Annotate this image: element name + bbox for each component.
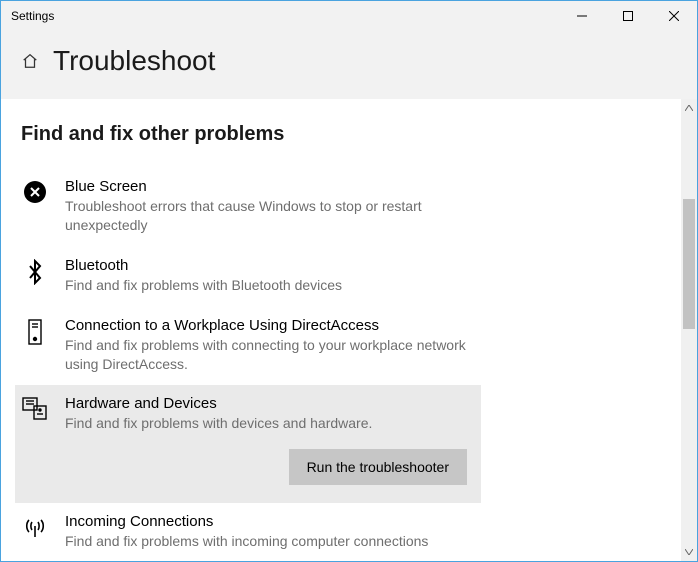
- item-desc: Find and fix problems with Bluetooth dev…: [65, 276, 467, 295]
- titlebar: Settings: [1, 1, 697, 31]
- item-title: Connection to a Workplace Using DirectAc…: [65, 317, 467, 334]
- bluetooth-icon: [21, 257, 49, 285]
- home-icon[interactable]: [21, 52, 39, 70]
- hardware-icon: [21, 395, 49, 421]
- item-desc: Find and fix problems with devices and h…: [65, 414, 467, 433]
- scrollbar[interactable]: [681, 99, 697, 561]
- close-icon: [669, 11, 679, 21]
- item-desc: Find and fix problems with incoming comp…: [65, 532, 467, 551]
- scroll-thumb[interactable]: [683, 199, 695, 329]
- content-body: Find and fix other problems Blue Screen …: [1, 99, 681, 561]
- item-title: Bluetooth: [65, 257, 467, 274]
- minimize-button[interactable]: [559, 1, 605, 31]
- item-title: Blue Screen: [65, 178, 467, 195]
- item-desc: Find and fix problems with connecting to…: [65, 336, 467, 374]
- troubleshooter-item-incoming[interactable]: Incoming Connections Find and fix proble…: [21, 503, 481, 561]
- content-area: Find and fix other problems Blue Screen …: [1, 99, 697, 561]
- troubleshooter-item-bluetooth[interactable]: Bluetooth Find and fix problems with Blu…: [21, 247, 481, 307]
- item-title: Incoming Connections: [65, 513, 467, 530]
- page-title: Troubleshoot: [53, 45, 215, 77]
- blue-screen-icon: [21, 178, 49, 204]
- close-button[interactable]: [651, 1, 697, 31]
- minimize-icon: [577, 11, 587, 21]
- server-icon: [21, 317, 49, 347]
- troubleshooter-item-hardware[interactable]: Hardware and Devices Find and fix proble…: [15, 385, 481, 503]
- scroll-down-button[interactable]: [681, 543, 697, 561]
- maximize-button[interactable]: [605, 1, 651, 31]
- antenna-icon: [21, 513, 49, 539]
- header: Troubleshoot: [1, 31, 697, 99]
- item-title: Hardware and Devices: [65, 395, 467, 412]
- scroll-up-button[interactable]: [681, 99, 697, 117]
- window-title: Settings: [11, 9, 54, 23]
- window-controls: [559, 1, 697, 31]
- run-troubleshooter-button[interactable]: Run the troubleshooter: [289, 449, 467, 485]
- troubleshooter-item-directaccess[interactable]: Connection to a Workplace Using DirectAc…: [21, 307, 481, 386]
- section-heading: Find and fix other problems: [21, 123, 681, 146]
- maximize-icon: [623, 11, 633, 21]
- troubleshooter-item-blue-screen[interactable]: Blue Screen Troubleshoot errors that cau…: [21, 168, 481, 247]
- item-desc: Troubleshoot errors that cause Windows t…: [65, 197, 467, 235]
